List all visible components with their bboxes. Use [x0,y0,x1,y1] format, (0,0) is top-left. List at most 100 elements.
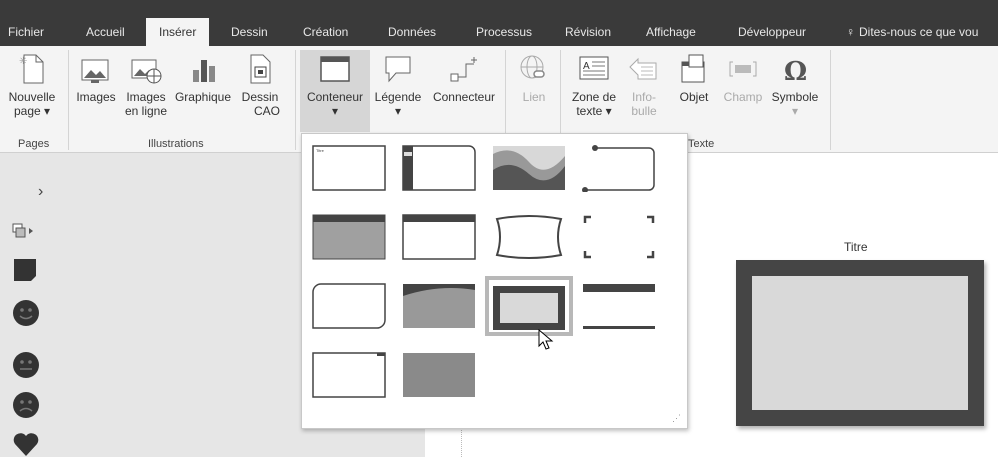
new-page-icon: ✳ [19,54,44,84]
gallery-title-text: Titre [316,148,325,153]
picture-icon [81,59,109,83]
online-images-button[interactable]: Images en ligne [121,52,171,118]
expand-shapes-chevron[interactable]: › [38,183,43,201]
container-icon [320,56,350,82]
tell-me-box[interactable]: ♀ Dites-nous ce que vou [846,18,978,46]
ribbon-tab-bar: Fichier Accueil Insérer Dessin Création … [0,0,998,46]
text-box-button[interactable]: A Zone de texte ▾ [566,52,622,118]
container-style-13-preview [312,352,386,398]
container-style-8[interactable] [581,213,657,261]
cad-label-1: Dessin [241,90,279,104]
container-style-13[interactable] [311,351,387,399]
divider [295,50,296,150]
container-label-1: Conteneur [306,90,364,104]
container-style-5-preview [312,214,386,260]
images-label: Images [76,90,116,104]
container-style-6-preview [402,214,476,260]
tell-me-text: Dites-nous ce que vou [859,25,979,39]
new-page-button[interactable]: ✳ Nouvelle page ▾ [2,52,62,118]
svg-text:✳: ✳ [19,56,27,67]
symbol-label-1: Symbole [771,90,819,104]
neutral-face-icon[interactable] [12,351,40,379]
link-label: Lien [522,90,546,104]
smiley-face-icon[interactable] [12,299,40,327]
callout-button[interactable]: Légende ▾ [372,52,424,118]
object-label: Objet [679,90,709,104]
symbol-label-2: ▾ [791,104,799,118]
tab-processus[interactable]: Processus [476,18,532,46]
images-button[interactable]: Images [73,52,119,104]
container-style-11-selected[interactable] [485,276,573,336]
group-text-label: Texte [688,138,715,150]
connector-label: Connecteur [432,90,496,104]
connector-button[interactable]: Connecteur [427,52,501,104]
container-style-10-preview [403,284,475,328]
field-icon [729,61,757,77]
lightbulb-icon: ♀ [846,25,855,39]
stencil-menu-icon[interactable] [12,223,36,239]
container-style-6[interactable] [401,213,477,261]
cad-drawing-button[interactable]: Dessin CAO [236,52,284,118]
cad-label-2: CAO [253,104,280,118]
sad-face-icon[interactable] [12,391,40,419]
container-style-10[interactable] [401,282,477,330]
container-style-3[interactable] [491,144,567,192]
online-picture-icon [131,59,162,84]
container-gallery: Titre ⋰ [301,133,688,429]
container-label-2: ▾ [331,104,339,118]
bar-chart-icon [193,60,215,82]
resize-grip-icon[interactable]: ⋰ [672,413,681,424]
link-button[interactable]: Lien [512,52,556,104]
container-style-12[interactable] [581,282,657,330]
container-style-12-preview [583,284,655,329]
container-style-9[interactable] [311,282,387,330]
text-box-label-2: texte ▾ [576,104,612,118]
shapes-sidebar: › [0,153,84,457]
heart-icon[interactable] [12,431,40,457]
chart-label: Graphique [174,90,232,104]
tab-accueil[interactable]: Accueil [86,18,125,46]
omega-icon: Ω [784,57,807,86]
group-pages-label: Pages [18,138,50,150]
container-style-4-preview [582,145,655,193]
tab-donnees[interactable]: Données [388,18,436,46]
tab-affichage[interactable]: Affichage [646,18,696,46]
container-style-11-preview [493,286,565,330]
field-button[interactable]: Champ [720,52,766,104]
container-button[interactable]: Conteneur ▾ [300,50,370,132]
text-box-label-1: Zone de [571,90,617,104]
callout-icon [385,56,411,83]
canvas-container-body [752,276,968,410]
object-icon [681,54,705,83]
tab-revision[interactable]: Révision [565,18,611,46]
canvas-container-title: Titre [844,240,868,254]
container-style-4[interactable] [581,144,657,193]
square-shape-icon[interactable] [12,257,38,283]
container-style-14[interactable] [401,351,477,399]
chart-button[interactable]: Graphique [174,52,232,104]
screentip-label-1: Info- [631,90,656,104]
container-style-5[interactable] [311,213,387,261]
tab-fichier[interactable]: Fichier [8,18,44,46]
symbol-button[interactable]: Ω Symbole ▾ [768,52,822,118]
tab-creation[interactable]: Création [303,18,348,46]
online-images-label-1: Images [126,90,166,104]
object-button[interactable]: Objet [674,52,714,104]
container-style-8-preview [583,215,655,259]
divider [830,50,831,150]
new-page-label-1: Nouvelle [8,90,56,104]
tab-inserer[interactable]: Insérer [146,18,210,46]
canvas-container-shape[interactable] [736,260,984,426]
online-images-label-2: en ligne [124,104,168,118]
field-label: Champ [723,90,763,104]
text-box-icon: A [579,56,609,80]
screentip-label-2: bulle [631,104,657,118]
container-style-2[interactable] [401,144,477,192]
connector-icon [450,57,477,82]
container-style-1[interactable]: Titre [311,144,387,192]
screentip-button[interactable]: Info- bulle [624,52,664,118]
tab-dessin[interactable]: Dessin [231,18,268,46]
container-style-7[interactable] [491,213,567,261]
callout-label-1: Légende [374,90,422,104]
tab-developpeur[interactable]: Développeur [738,18,806,46]
